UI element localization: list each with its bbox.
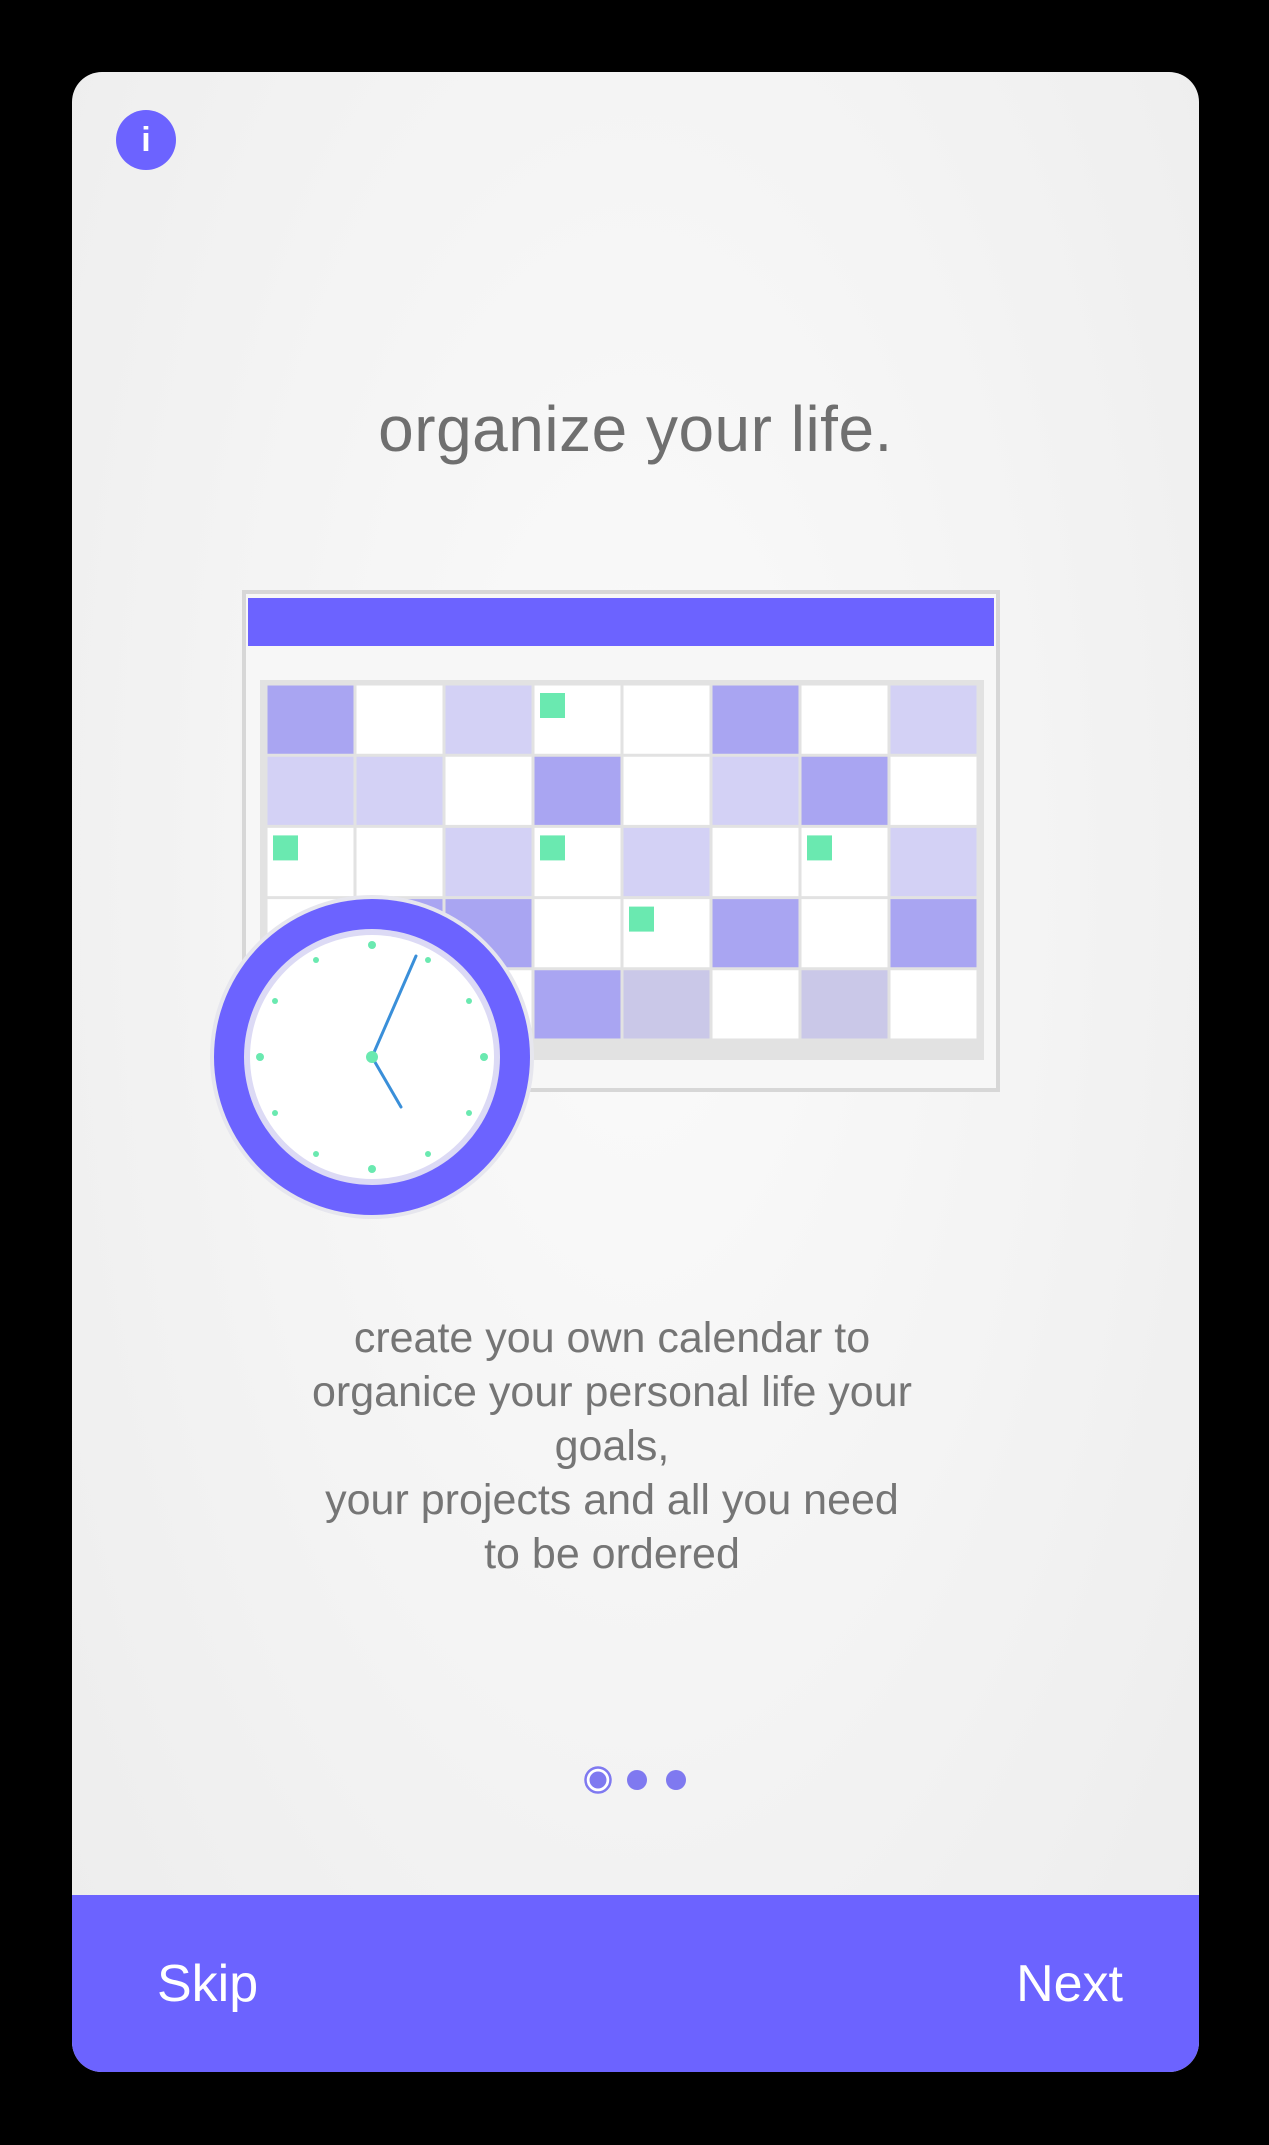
page-indicator [584,1766,686,1794]
skip-button[interactable]: Skip [157,1954,258,2014]
page-dot[interactable] [627,1770,647,1790]
page-dot-active[interactable] [584,1766,612,1794]
onboarding-card: i organize your life. create you own cal… [72,72,1199,2072]
bottom-bar: Skip Next [72,1895,1199,2072]
next-button[interactable]: Next [1016,1954,1123,2014]
page-dot[interactable] [666,1770,686,1790]
